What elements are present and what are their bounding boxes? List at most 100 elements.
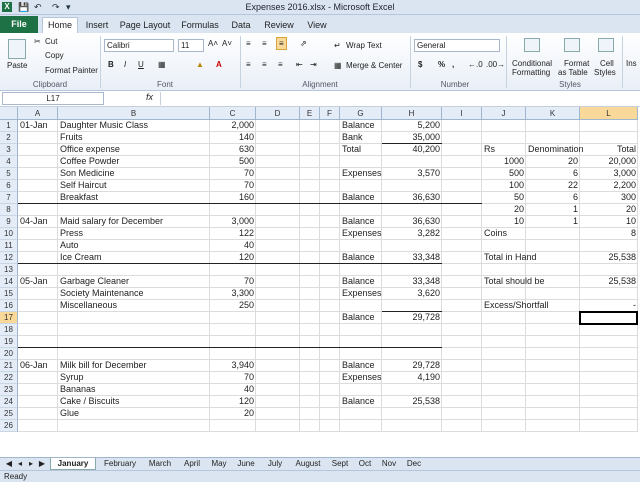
cell-c2[interactable]: 140 <box>210 132 256 144</box>
column-header-f[interactable]: F <box>320 107 340 120</box>
cell-h17[interactable]: 29,728 <box>382 312 442 324</box>
cell-c15[interactable]: 3,300 <box>210 288 256 300</box>
percent-button[interactable]: % <box>438 60 445 69</box>
cell-c10[interactable]: 122 <box>210 228 256 240</box>
next-sheet-icon[interactable]: ▸ <box>26 458 36 470</box>
cell-b3[interactable]: Office expense <box>58 144 122 156</box>
cell-k8[interactable]: 1 <box>526 204 580 216</box>
cell-k9[interactable]: 1 <box>526 216 580 228</box>
column-header-b[interactable]: B <box>58 107 210 120</box>
cell-g15[interactable]: Expenses <box>340 288 384 300</box>
cell-l3[interactable]: Total <box>580 144 638 156</box>
format-as-table-button[interactable]: Format <box>564 59 589 68</box>
sheet-tab-oct[interactable]: Oct <box>354 458 376 470</box>
cell-g10[interactable]: Expenses <box>340 228 384 240</box>
increase-indent-icon[interactable]: ⇥ <box>310 60 317 69</box>
row-header-16[interactable]: 16 <box>0 300 18 312</box>
conditional-formatting-button-line2[interactable]: Formatting <box>512 68 550 77</box>
row-header-5[interactable]: 5 <box>0 168 18 180</box>
column-header-j[interactable]: J <box>482 107 526 120</box>
cell-a9[interactable]: 04-Jan <box>18 216 50 228</box>
cell-l14[interactable]: 25,538 <box>580 276 638 288</box>
cell-j10[interactable]: Coins <box>482 228 509 240</box>
cell-c5[interactable]: 70 <box>210 168 256 180</box>
row-header-2[interactable]: 2 <box>0 132 18 144</box>
cell-h15[interactable]: 3,620 <box>382 288 442 300</box>
cell-j14[interactable]: Total should be <box>482 276 547 288</box>
row-header-18[interactable]: 18 <box>0 324 18 336</box>
format-painter-button[interactable]: Format Painter <box>45 66 98 75</box>
row-header-17[interactable]: 17 <box>0 312 18 324</box>
cell-c22[interactable]: 70 <box>210 372 256 384</box>
cut-icon[interactable]: ✂ <box>34 37 41 46</box>
cell-j12[interactable]: Total in Hand <box>482 252 539 264</box>
align-top-icon[interactable]: ≡ <box>246 39 251 48</box>
row-header-13[interactable]: 13 <box>0 264 18 276</box>
select-all-corner[interactable] <box>0 107 18 120</box>
cell-g3[interactable]: Total <box>340 144 363 156</box>
merge-center-button[interactable]: Merge & Center <box>346 61 402 70</box>
align-bottom-icon[interactable]: ≡ <box>276 37 287 50</box>
cell-h22[interactable]: 4,190 <box>382 372 442 384</box>
tab-insert[interactable]: Insert <box>82 18 112 33</box>
column-header-g[interactable]: G <box>340 107 382 120</box>
sheet-tab-sept[interactable]: Sept <box>328 458 352 470</box>
cell-j6[interactable]: 100 <box>482 180 526 192</box>
italic-button[interactable]: I <box>124 60 126 69</box>
tab-data[interactable]: Data <box>228 18 254 33</box>
cell-k5[interactable]: 6 <box>526 168 580 180</box>
cell-g17[interactable]: Balance <box>340 312 377 324</box>
cell-b16[interactable]: Miscellaneous <box>58 300 119 312</box>
cell-j5[interactable]: 500 <box>482 168 526 180</box>
align-right-icon[interactable]: ≡ <box>278 60 283 69</box>
cell-l6[interactable]: 2,200 <box>580 180 638 192</box>
cell-l7[interactable]: 300 <box>580 192 638 204</box>
tab-review[interactable]: Review <box>262 18 296 33</box>
column-header-i[interactable]: I <box>442 107 482 120</box>
sheet-tab-may[interactable]: May <box>208 458 230 470</box>
row-header-10[interactable]: 10 <box>0 228 18 240</box>
last-sheet-icon[interactable]: ▶ <box>37 458 47 470</box>
prev-sheet-icon[interactable]: ◂ <box>15 458 25 470</box>
cell-l5[interactable]: 3,000 <box>580 168 638 180</box>
cell-b25[interactable]: Glue <box>58 408 81 420</box>
number-format-select[interactable]: General <box>414 39 500 52</box>
sheet-tab-dec[interactable]: Dec <box>402 458 426 470</box>
cell-styles-icon[interactable] <box>598 38 614 52</box>
column-header-c[interactable]: C <box>210 107 256 120</box>
column-header-h[interactable]: H <box>382 107 442 120</box>
cell-c6[interactable]: 70 <box>210 180 256 192</box>
conditional-formatting-icon[interactable] <box>524 38 540 52</box>
fill-color-icon[interactable]: ▲ <box>196 60 204 69</box>
column-header-k[interactable]: K <box>526 107 580 120</box>
cell-g2[interactable]: Bank <box>340 132 365 144</box>
row-header-15[interactable]: 15 <box>0 288 18 300</box>
row-header-20[interactable]: 20 <box>0 348 18 360</box>
tab-view[interactable]: View <box>304 18 330 33</box>
first-sheet-icon[interactable]: ◀ <box>4 458 14 470</box>
cell-l12[interactable]: 25,538 <box>580 252 638 264</box>
cell-h10[interactable]: 3,282 <box>382 228 442 240</box>
column-header-d[interactable]: D <box>256 107 300 120</box>
copy-button[interactable]: Copy <box>45 51 64 60</box>
cell-b21[interactable]: Milk bill for December <box>58 360 149 372</box>
comma-button[interactable]: , <box>452 60 454 69</box>
cell-h14[interactable]: 33,348 <box>382 276 442 288</box>
cell-h5[interactable]: 3,570 <box>382 168 442 180</box>
merge-icon[interactable]: ▦ <box>334 61 342 70</box>
insert-function-icon[interactable]: fx <box>146 92 153 102</box>
cell-g24[interactable]: Balance <box>340 396 377 408</box>
insert-cells-button[interactable]: Ins <box>626 59 637 68</box>
cell-h24[interactable]: 25,538 <box>382 396 442 408</box>
cell-h3[interactable]: 40,200 <box>382 144 442 156</box>
sheet-tab-july[interactable]: July <box>262 458 288 470</box>
cell-c16[interactable]: 250 <box>210 300 256 312</box>
font-color-icon[interactable]: A <box>216 60 222 69</box>
row-header-22[interactable]: 22 <box>0 372 18 384</box>
shrink-font-icon[interactable]: A˅ <box>222 39 232 48</box>
cell-j16[interactable]: Excess/Shortfall <box>482 300 551 312</box>
cell-c1[interactable]: 2,000 <box>210 120 256 132</box>
align-center-icon[interactable]: ≡ <box>262 60 267 69</box>
cell-g21[interactable]: Balance <box>340 360 377 372</box>
cell-l9[interactable]: 10 <box>580 216 638 228</box>
